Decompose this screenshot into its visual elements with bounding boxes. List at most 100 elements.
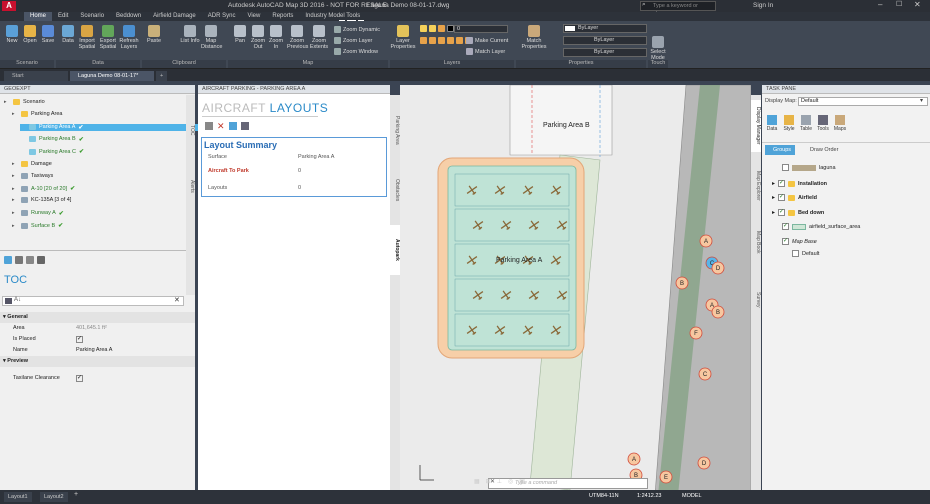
toc-view-icon[interactable] (4, 256, 12, 264)
chevron-right-icon[interactable]: ▸ (12, 161, 18, 167)
snap-toggle-icon[interactable]: ⊞ (486, 478, 491, 485)
delete-icon[interactable]: ✕ (217, 122, 225, 131)
side-tab-display-manager[interactable]: Display Manager (751, 100, 761, 152)
layer-item[interactable]: Default (792, 250, 819, 257)
chevron-right-icon[interactable]: ▸ (12, 210, 18, 216)
zoom-in-button[interactable]: Zoom In (266, 25, 286, 50)
tree-item[interactable]: ▸ Runway A ✔ (12, 210, 64, 217)
tool-table[interactable]: Table (799, 115, 813, 132)
menu-tab-beddown[interactable]: Beddown (110, 12, 147, 21)
tree-item[interactable]: ▸ Scenario (4, 99, 45, 105)
layer-visibility-checkbox[interactable] (782, 164, 789, 171)
tab-draw-order[interactable]: Draw Order (802, 145, 838, 155)
zoom-layer-button[interactable]: Zoom Layer (334, 37, 372, 44)
select-layout-icon[interactable] (228, 122, 237, 130)
import-spatial-button[interactable]: Import Spatial (77, 25, 97, 50)
tool-data[interactable]: Data (765, 115, 779, 132)
layer-select[interactable]: 0 (454, 25, 508, 33)
layer-visibility-checkbox[interactable]: ✓ (782, 238, 789, 245)
export-spatial-button[interactable]: Export Spatial (98, 25, 118, 50)
paste-button[interactable]: Paste (144, 25, 164, 44)
tool-maps[interactable]: Maps (833, 115, 847, 132)
chevron-right-icon[interactable]: ▸ (772, 180, 775, 187)
select-mode-button[interactable]: Select Mode (648, 36, 668, 61)
clear-icon[interactable]: ✕ (174, 296, 180, 304)
chevron-right-icon[interactable]: ▸ (12, 197, 18, 203)
zoom-dynamic-button[interactable]: Zoom Dynamic (334, 26, 380, 33)
display-map-select[interactable]: Default (798, 97, 928, 106)
tool-style[interactable]: Style (782, 115, 796, 132)
side-tab-toc[interactable]: TOC (186, 115, 195, 145)
menu-tab-view[interactable]: View (241, 12, 266, 21)
tree-item[interactable]: Parking Area C ✔ (20, 148, 84, 155)
grid-icon[interactable] (15, 256, 23, 264)
new-tab-button[interactable]: + (156, 71, 168, 81)
menu-tab-edit[interactable]: Edit (52, 12, 74, 21)
zoom-out-button[interactable]: Zoom Out (248, 25, 268, 50)
tab-groups[interactable]: Groups (765, 145, 795, 155)
menu-tab-adr-sync[interactable]: ADR Sync (202, 12, 242, 21)
search-input[interactable]: Type a keyword or phrase (640, 1, 716, 17)
polar-toggle-icon[interactable]: ◎ (508, 478, 513, 485)
maximize-icon[interactable]: ☐ (896, 0, 902, 8)
map-distance-button[interactable]: Map Distance (201, 25, 222, 50)
grid-toggle-icon[interactable]: ▦ (474, 478, 480, 485)
new-layout-icon[interactable] (205, 122, 213, 130)
is-placed-checkbox[interactable]: ✓ (76, 336, 83, 343)
chevron-right-icon[interactable]: ▸ (12, 223, 18, 229)
model-space-toggle[interactable]: MODEL (682, 493, 702, 499)
sort-icon[interactable] (5, 298, 12, 304)
match-layer-button[interactable]: Match Layer (466, 48, 505, 55)
app-logo[interactable]: A (2, 1, 16, 11)
layer-visibility-checkbox[interactable]: ✓ (778, 180, 786, 187)
layer-visibility-checkbox[interactable]: ✓ (782, 223, 789, 230)
layer-visibility-checkbox[interactable] (792, 250, 799, 257)
props-search-bar[interactable]: A↓ ✕ (2, 296, 184, 306)
zoom-window-button[interactable]: Zoom Window (334, 48, 378, 55)
list-info-button[interactable]: List Info (180, 25, 200, 44)
chevron-right-icon[interactable]: ▸ (12, 186, 18, 192)
layer-visibility-checkbox[interactable]: ✓ (778, 209, 786, 216)
chevron-right-icon[interactable]: ▸ (4, 99, 10, 105)
ortho-toggle-icon[interactable]: ⊥ (497, 478, 502, 485)
list-icon[interactable] (240, 122, 249, 130)
chevron-right-icon[interactable]: ▸ (12, 173, 18, 179)
section-chevron-icon[interactable]: ▾ (3, 314, 6, 320)
taxilane-clearance-checkbox[interactable]: ✓ (76, 375, 83, 382)
tree-item[interactable]: ▸ Parking Area (12, 111, 63, 118)
name-field[interactable]: Parking Area A (76, 345, 112, 356)
chevron-right-icon[interactable]: ▸ (12, 111, 18, 117)
tree-item[interactable]: ▸ Damage (12, 160, 52, 167)
tab-layout1[interactable]: Layout1 (4, 492, 32, 502)
data-button[interactable]: Data (58, 25, 78, 44)
minimize-icon[interactable]: – (878, 0, 882, 9)
close-icon[interactable]: ✕ (914, 0, 921, 9)
chevron-right-icon[interactable]: ▸ (772, 194, 775, 201)
tab-layout2[interactable]: Layout2 (40, 492, 68, 502)
layer-item[interactable]: ▸ ✓ Bed down (772, 209, 824, 216)
tree-item[interactable]: ▸ Taxiways (12, 172, 53, 179)
coord-system[interactable]: UTM84-11N (589, 493, 619, 499)
layer-tool-icons[interactable] (420, 37, 472, 44)
alpha-sort-icon[interactable]: A↓ (14, 297, 21, 303)
side-tab-obstacles[interactable]: Obstacles (390, 165, 400, 215)
menu-tab-reports[interactable]: Reports (266, 12, 299, 21)
make-current-button[interactable]: Make Current (466, 37, 508, 44)
layer-item[interactable]: ✓ airfield_surface_area (782, 223, 860, 230)
tree-item[interactable]: ▸ Surface B ✔ (12, 222, 63, 229)
layer-properties-button[interactable]: Layer Properties (390, 25, 416, 50)
print-icon[interactable] (37, 256, 45, 264)
section-chevron-icon[interactable]: ▾ (3, 358, 6, 364)
menu-tab-scenario[interactable]: Scenario (74, 12, 110, 21)
linetype-select[interactable]: ByLayer (563, 36, 647, 45)
menu-tab-airfield-damage[interactable]: Airfield Damage (147, 12, 202, 21)
map-viewport[interactable]: ACDBABFCADBE Parking Area B Parking Area… (400, 85, 751, 495)
layer-item[interactable]: ▸ ✓ Airfield (772, 194, 817, 201)
zoom-extents-button[interactable]: Zoom Extents (309, 25, 329, 50)
tree-item[interactable]: Parking Area B ✔ (20, 136, 84, 143)
sign-in-link[interactable]: Sign In (753, 2, 773, 9)
tree-item[interactable]: Parking Area A ✔ (20, 123, 200, 131)
tool-tools[interactable]: Tools (816, 115, 830, 132)
side-tab-parking-area[interactable]: Parking Area (390, 105, 400, 155)
tab-start[interactable]: Start (4, 71, 68, 81)
